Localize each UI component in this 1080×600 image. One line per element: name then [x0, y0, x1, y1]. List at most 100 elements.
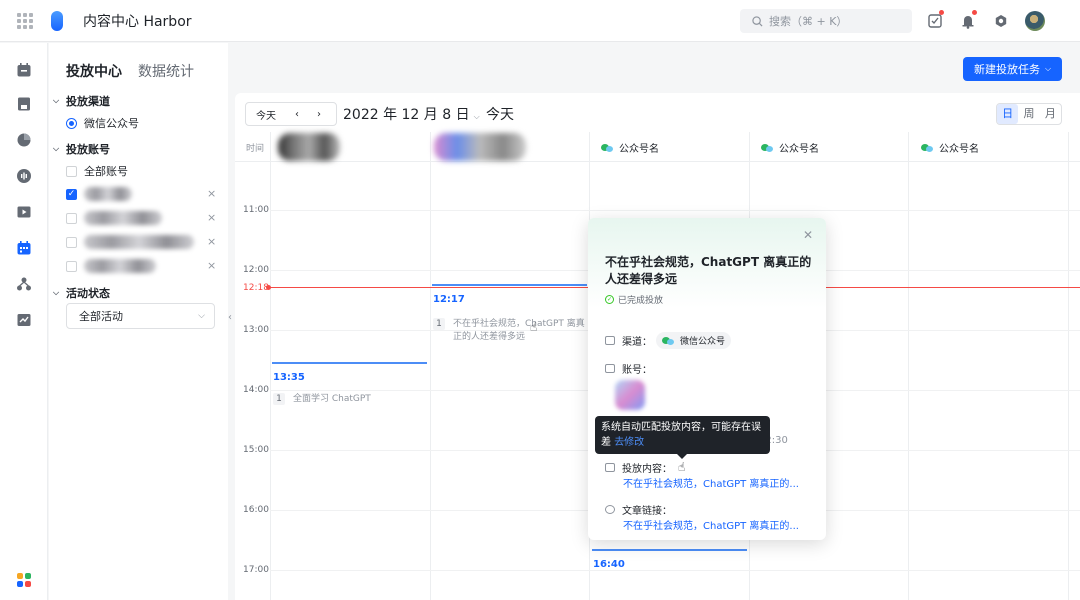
channel-chip: 微信公众号: [656, 332, 732, 349]
link-icon: [605, 505, 615, 514]
all-accounts-checkbox[interactable]: 全部账号: [66, 163, 128, 179]
radio-selected-icon: [66, 117, 77, 129]
checkbox-checked-icon: ✓: [66, 188, 77, 200]
column-divider: [430, 132, 431, 600]
remove-account-icon[interactable]: ×: [207, 259, 216, 272]
account-checkbox-4[interactable]: [66, 259, 156, 273]
chevron-down-icon: ⌵: [53, 96, 60, 105]
checkbox-icon: [66, 236, 77, 248]
event-bar[interactable]: [592, 549, 747, 551]
column-divider: [1068, 132, 1069, 600]
tooltip-edit-link[interactable]: 去修改: [614, 437, 644, 448]
prev-day-icon[interactable]: ‹: [286, 109, 308, 120]
date-picker[interactable]: 2022 年 12 月 8 日 ⌵: [343, 104, 480, 124]
account-column-header-redacted: [434, 133, 526, 161]
bell-icon[interactable]: [957, 10, 979, 32]
event-item[interactable]: 1 全面学习 ChatGPT: [273, 393, 426, 406]
task-check-icon[interactable]: [924, 10, 946, 32]
channel-icon: [605, 336, 615, 345]
account-name-redacted: [84, 211, 162, 225]
account-checkbox-2[interactable]: [66, 211, 162, 225]
calendar-schedule-rail-icon[interactable]: [16, 240, 32, 256]
current-time-label: 12:18: [243, 283, 269, 293]
activity-section-header[interactable]: ⌵ 活动状态: [53, 285, 110, 301]
hour-label: 15:00: [243, 445, 269, 455]
column-header-account[interactable]: 公众号名: [921, 140, 979, 155]
video-rail-icon[interactable]: [16, 204, 32, 220]
report-rail-icon[interactable]: [16, 312, 32, 328]
search-icon: [752, 15, 763, 27]
search-placeholder: 搜索（⌘ + K）: [769, 15, 848, 28]
view-switch: 日 周 月: [996, 103, 1062, 125]
channel-option-wechat[interactable]: 微信公众号: [66, 115, 139, 131]
app-title: 内容中心 Harbor: [83, 13, 192, 30]
apps-grid-icon[interactable]: [17, 12, 33, 29]
column-header-account[interactable]: 公众号名: [761, 140, 819, 155]
column-divider: [270, 132, 271, 600]
channel-row: 渠道： 微信公众号: [605, 332, 732, 349]
hour-label: 13:00: [243, 325, 269, 335]
chart-rail-icon[interactable]: [16, 132, 32, 148]
hour-gridline: [270, 570, 1080, 571]
account-checkbox-1[interactable]: ✓: [66, 187, 132, 201]
activity-status-select[interactable]: 全部活动 ⌵: [66, 303, 215, 329]
event-time[interactable]: 12:17: [433, 294, 465, 305]
account-icon: [605, 364, 615, 373]
calendar-rail-icon[interactable]: [16, 62, 32, 78]
event-detail-popover: ✕ 不在乎社会规范，ChatGPT 离真正的人还差得多远 ✓ 已完成投放 渠道：…: [588, 218, 826, 540]
left-rail: [0, 43, 48, 600]
search-input[interactable]: 搜索（⌘ + K）: [740, 9, 912, 33]
next-day-icon[interactable]: ›: [308, 109, 330, 120]
hand-cursor-icon: ☝: [530, 320, 538, 334]
user-avatar[interactable]: [1025, 11, 1045, 31]
hour-gridline: [270, 210, 1080, 211]
top-bar: 内容中心 Harbor: [0, 0, 1080, 42]
view-day[interactable]: 日: [997, 104, 1019, 124]
remove-account-icon[interactable]: ×: [207, 235, 216, 248]
top-icons: [924, 10, 1045, 32]
content-link[interactable]: 不在乎社会规范，ChatGPT 离真正的...: [623, 475, 813, 490]
close-icon[interactable]: ✕: [803, 228, 813, 242]
article-link[interactable]: 不在乎社会规范，ChatGPT 离真正的...: [623, 517, 813, 532]
today-button[interactable]: 今天: [246, 107, 286, 122]
chevron-down-icon: ⌵: [473, 112, 480, 121]
event-item[interactable]: 1 不在乎社会规范，ChatGPT 离真正的人还差得多远: [433, 318, 586, 344]
event-bar[interactable]: [272, 362, 427, 364]
notification-dot: [939, 10, 944, 15]
checkbox-icon: [66, 212, 77, 224]
sidebar-tabs: 投放中心 数据统计: [66, 61, 210, 81]
view-week[interactable]: 周: [1018, 104, 1039, 124]
harbor-logo-icon: [51, 10, 63, 31]
view-month[interactable]: 月: [1040, 104, 1061, 124]
remove-account-icon[interactable]: ×: [207, 211, 216, 224]
account-section-header[interactable]: ⌵ 投放账号: [53, 141, 110, 157]
account-name-redacted: [84, 235, 194, 249]
document-rail-icon[interactable]: [16, 96, 32, 112]
account-checkbox-3[interactable]: [66, 235, 194, 249]
collapse-sidebar-icon[interactable]: ‹: [228, 312, 232, 323]
settings-icon[interactable]: [990, 10, 1012, 32]
account-row: 账号：: [605, 361, 652, 376]
org-rail-icon[interactable]: [16, 276, 32, 292]
hour-label: 17:00: [243, 565, 269, 575]
event-title: 全面学习 ChatGPT: [293, 394, 371, 404]
check-circle-icon: ✓: [605, 295, 614, 304]
wechat-icon: [921, 143, 933, 153]
link-row: 文章链接：: [605, 502, 672, 517]
account-name-redacted: [84, 259, 156, 273]
remove-account-icon[interactable]: ×: [207, 187, 216, 200]
audio-rail-icon[interactable]: [16, 168, 32, 184]
event-bar[interactable]: [432, 284, 587, 286]
tab-data-stats[interactable]: 数据统计: [138, 61, 194, 81]
column-header-account[interactable]: 公众号名: [601, 140, 659, 155]
channel-section-header[interactable]: ⌵ 投放渠道: [53, 93, 110, 109]
event-time[interactable]: 16:40: [593, 559, 625, 570]
event-time[interactable]: 13:35: [273, 372, 305, 383]
new-task-button[interactable]: 新建投放任务 ⌵: [963, 57, 1062, 81]
tab-delivery-center[interactable]: 投放中心: [66, 61, 122, 81]
wechat-icon: [761, 143, 773, 153]
status-badge: ✓ 已完成投放: [605, 295, 664, 306]
hour-label: 12:00: [243, 265, 269, 275]
app-store-icon[interactable]: [17, 573, 31, 587]
hour-label: 14:00: [243, 385, 269, 395]
